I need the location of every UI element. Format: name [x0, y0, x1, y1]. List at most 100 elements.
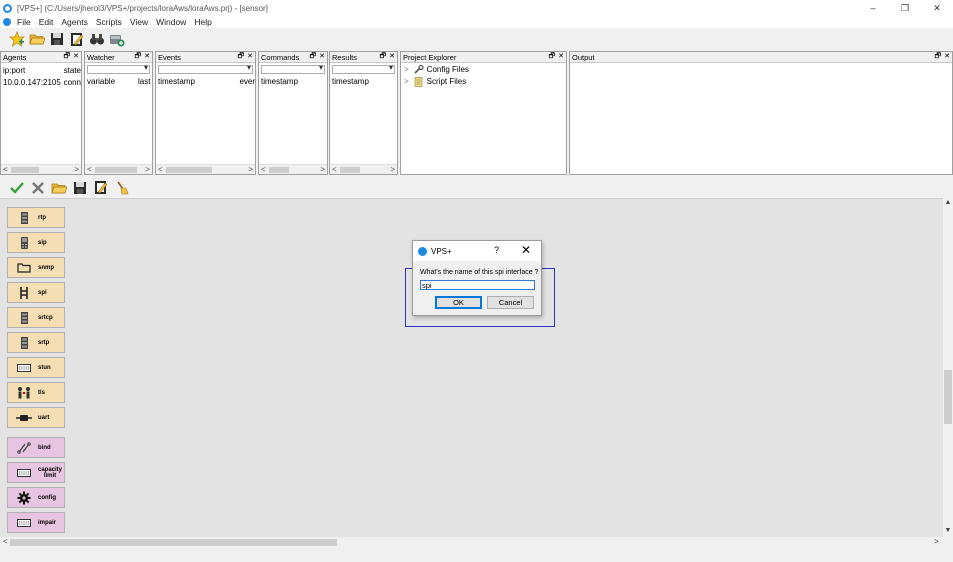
- app-menu-icon[interactable]: [3, 18, 11, 26]
- canvas-hscroll[interactable]: < >: [0, 537, 943, 548]
- close-icon[interactable]: ✕: [73, 52, 79, 63]
- menu-edit[interactable]: Edit: [39, 17, 54, 27]
- menu-scripts[interactable]: Scripts: [96, 17, 122, 27]
- menu-agents[interactable]: Agents: [61, 17, 87, 27]
- star-icon[interactable]: [7, 31, 26, 48]
- events-hscroll[interactable]: < >: [156, 164, 255, 174]
- restore-button[interactable]: ❐: [889, 0, 921, 16]
- scroll-thumb[interactable]: [11, 167, 39, 173]
- palette-item-sip[interactable]: sip: [7, 232, 65, 253]
- scroll-thumb[interactable]: [95, 167, 137, 173]
- commands-filter-dropdown[interactable]: [261, 63, 325, 74]
- tree-item-script-files[interactable]: > Script Files: [401, 76, 566, 87]
- chevron-right-icon[interactable]: >: [404, 77, 409, 86]
- scroll-right-icon[interactable]: >: [74, 165, 79, 174]
- scroll-right-icon[interactable]: >: [320, 165, 325, 174]
- float-icon[interactable]: 🗗: [135, 52, 142, 63]
- watcher-hscroll[interactable]: < >: [85, 164, 152, 174]
- cancel-button[interactable]: Cancel: [487, 296, 534, 309]
- broom-icon[interactable]: [112, 179, 132, 196]
- palette-item-snmp[interactable]: snmp: [7, 257, 65, 278]
- database-add-icon[interactable]: [107, 31, 126, 48]
- results-col-timestamp[interactable]: timestamp: [332, 77, 369, 86]
- minimize-button[interactable]: –: [857, 0, 889, 16]
- palette-item-spi[interactable]: spi: [7, 282, 65, 303]
- menu-help[interactable]: Help: [194, 17, 211, 27]
- scroll-left-icon[interactable]: <: [158, 165, 163, 174]
- cross-icon[interactable]: [28, 179, 48, 196]
- help-button[interactable]: ?: [494, 245, 499, 255]
- results-filter-dropdown[interactable]: [332, 63, 395, 74]
- close-icon[interactable]: ✕: [144, 52, 150, 63]
- canvas-vscroll[interactable]: ▲ ▼: [943, 198, 953, 537]
- edit-document-icon[interactable]: [91, 179, 111, 196]
- edit-document-icon[interactable]: [67, 31, 86, 48]
- close-window-button[interactable]: ✕: [921, 0, 953, 16]
- check-icon[interactable]: [7, 179, 27, 196]
- scroll-thumb[interactable]: [10, 539, 337, 546]
- agents-col-ip[interactable]: ip:port: [3, 66, 64, 75]
- ok-button[interactable]: OK: [435, 296, 482, 309]
- palette-item-bind[interactable]: bind: [7, 437, 65, 458]
- palette-item-uart[interactable]: uart: [7, 407, 65, 428]
- chevron-right-icon[interactable]: >: [404, 65, 409, 74]
- watcher-filter-dropdown[interactable]: [87, 63, 150, 74]
- palette-item-impair[interactable]: impair: [7, 512, 65, 533]
- close-icon[interactable]: ✕: [558, 52, 564, 63]
- scroll-left-icon[interactable]: <: [3, 165, 8, 174]
- palette-item-config[interactable]: config: [7, 487, 65, 508]
- palette-item-srtp[interactable]: srtp: [7, 332, 65, 353]
- scroll-up-icon[interactable]: ▲: [943, 199, 953, 206]
- binoculars-icon[interactable]: [87, 31, 106, 48]
- float-icon[interactable]: 🗗: [238, 52, 245, 63]
- close-icon[interactable]: ✕: [319, 52, 325, 63]
- folder-open-icon[interactable]: [27, 31, 46, 48]
- scroll-thumb[interactable]: [340, 167, 360, 173]
- scroll-right-icon[interactable]: >: [145, 165, 150, 174]
- palette-item-srtcp[interactable]: srtcp: [7, 307, 65, 328]
- scroll-left-icon[interactable]: <: [87, 165, 92, 174]
- interface-name-input[interactable]: spi: [420, 280, 535, 290]
- scroll-thumb[interactable]: [944, 370, 952, 424]
- scroll-thumb[interactable]: [269, 167, 289, 173]
- commands-col-timestamp[interactable]: timestamp: [261, 77, 298, 86]
- agents-hscroll[interactable]: < >: [1, 164, 81, 174]
- palette-item-rtp[interactable]: rtp: [7, 207, 65, 228]
- events-col-event[interactable]: ever: [239, 77, 255, 86]
- scroll-thumb[interactable]: [166, 167, 212, 173]
- dialog-close-button[interactable]: ✕: [521, 243, 531, 257]
- scroll-right-icon[interactable]: >: [934, 537, 939, 546]
- float-icon[interactable]: 🗗: [549, 52, 556, 63]
- menu-window[interactable]: Window: [156, 17, 186, 27]
- float-icon[interactable]: 🗗: [935, 52, 942, 63]
- palette-item-stun[interactable]: stun: [7, 357, 65, 378]
- watcher-col-last[interactable]: last: [138, 77, 150, 86]
- agents-col-state[interactable]: state: [64, 66, 81, 75]
- float-icon[interactable]: 🗗: [380, 52, 387, 63]
- palette-item-tls[interactable]: tls: [7, 382, 65, 403]
- close-icon[interactable]: ✕: [247, 52, 253, 63]
- events-col-timestamp[interactable]: timestamp: [158, 77, 239, 86]
- close-icon[interactable]: ✕: [389, 52, 395, 63]
- scroll-left-icon[interactable]: <: [261, 165, 266, 174]
- menu-view[interactable]: View: [130, 17, 148, 27]
- tree-item-config-files[interactable]: > Config Files: [401, 64, 566, 75]
- watcher-col-variable[interactable]: variable: [87, 77, 138, 86]
- save-icon[interactable]: [70, 179, 90, 196]
- folder-open-icon[interactable]: [49, 179, 69, 196]
- results-hscroll[interactable]: < >: [330, 164, 397, 174]
- save-icon[interactable]: [47, 31, 66, 48]
- scroll-down-icon[interactable]: ▼: [943, 527, 953, 534]
- commands-hscroll[interactable]: < >: [259, 164, 327, 174]
- close-icon[interactable]: ✕: [944, 52, 950, 63]
- scroll-left-icon[interactable]: <: [332, 165, 337, 174]
- float-icon[interactable]: 🗗: [310, 52, 317, 63]
- scroll-right-icon[interactable]: >: [248, 165, 253, 174]
- events-filter-dropdown[interactable]: [158, 63, 253, 74]
- palette-item-capacity-limit[interactable]: capacity limit: [7, 462, 65, 483]
- table-row[interactable]: 10.0.0.147:2105 conn: [1, 78, 81, 87]
- menu-file[interactable]: File: [17, 17, 31, 27]
- float-icon[interactable]: 🗗: [64, 52, 71, 63]
- scroll-left-icon[interactable]: <: [3, 537, 8, 546]
- scroll-right-icon[interactable]: >: [390, 165, 395, 174]
